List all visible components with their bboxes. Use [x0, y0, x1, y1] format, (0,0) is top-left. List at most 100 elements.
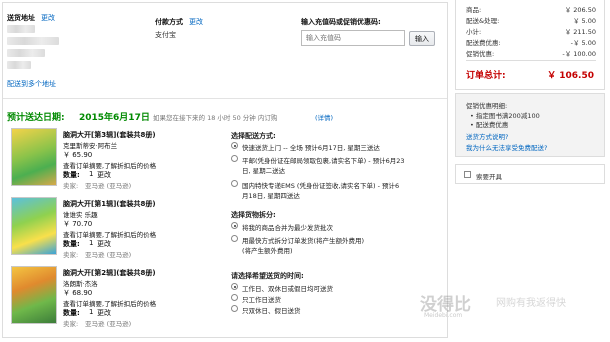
item-price: ￥ 68.90: [63, 289, 93, 297]
split-title: 选择货物拆分:: [231, 211, 276, 219]
shipping-radio-ems[interactable]: [231, 180, 238, 187]
item-qty-label: 数量:: [63, 171, 80, 179]
summary-value: -￥ 100.00: [562, 50, 596, 58]
shipping-radio-post[interactable]: [231, 155, 238, 162]
watermark-domain: Meidebi.com: [424, 312, 463, 319]
free-shipping-faq-link[interactable]: 我为什么无法享受免费配送?: [466, 142, 547, 152]
summary-row: 配送&处理: ￥ 5.00: [466, 15, 596, 25]
shipping-option-ems-cont: 月18日, 星期四送达: [242, 192, 300, 200]
summary-label: 配送费优惠:: [466, 39, 501, 47]
item-seller-label: 卖家:: [63, 320, 79, 328]
time-option-weekend[interactable]: 只双休日、假日送货: [242, 305, 301, 315]
promo-line: • 配送费优惠: [470, 121, 509, 129]
checkout-main-panel: 送货地址 更改 配送到多个地址 付款方式 更改 支付宝 输入充值码或促销优惠码:…: [2, 2, 448, 338]
item-seller-label: 卖家:: [63, 251, 79, 259]
item-qty: 1: [89, 308, 94, 316]
summary-row: 小计: ￥ 211.50: [466, 26, 596, 36]
item-author: 洛朗斯·杰洛: [63, 280, 98, 288]
item-qty: 1: [89, 239, 94, 247]
shipping-radio-express[interactable]: [231, 142, 238, 149]
shipping-method-group: 选择配送方式: 快速送货上门 -- 全场 预计6月17日, 星期三送达 平邮(凭…: [231, 131, 447, 201]
summary-label: 小计:: [466, 28, 482, 36]
summary-value: ￥ 5.00: [572, 17, 596, 25]
item-seller: 亚马逊 (亚马逊): [85, 251, 132, 259]
item-title[interactable]: 脑洞大开[第2辑](套装共8册): [63, 268, 156, 278]
promo-line-text: 配送费优惠: [475, 121, 509, 129]
item-title[interactable]: 脑洞大开[第3辑](套装共8册): [63, 130, 156, 140]
item-discount-notice: 查看订单摘要,了解折扣后的价格: [63, 231, 157, 239]
item-seller-label: 卖家:: [63, 182, 79, 190]
item-seller: 亚马逊 (亚马逊): [85, 182, 132, 190]
shipping-option-post[interactable]: 平邮(凭身份证在邮局领取包裹,请实名下单) - 预计6月23: [242, 155, 405, 165]
delivery-label: 预计送达日期:: [7, 113, 65, 123]
time-option-any[interactable]: 工作日、双休日或假日均可送货: [242, 283, 333, 293]
split-option-fastest[interactable]: 用最快方式拆分订单发货(将产生额外费用): [242, 235, 364, 245]
summary-row: 商品: ￥ 206.50: [466, 4, 596, 14]
book-cover-image[interactable]: [11, 197, 57, 255]
payment-change-link[interactable]: 更改: [189, 17, 203, 27]
delivery-detail-link[interactable]: (详情): [315, 112, 333, 122]
item-title[interactable]: 脑洞大开[第1辑](套装共8册): [63, 199, 156, 209]
split-option-combine[interactable]: 将我的商品合并为最少发货批次: [242, 222, 333, 232]
shipping-option-ems[interactable]: 国内特快专递EMS (凭身份证签收,请实名下单) - 预计6: [242, 180, 399, 190]
order-total-label: 订单总计:: [466, 71, 506, 81]
shipping-title: 选择配送方式:: [231, 132, 276, 140]
item-discount-notice: 查看订单摘要,了解折扣后的价格: [63, 300, 157, 308]
item-qty: 1: [89, 170, 94, 178]
summary-value: ￥ 206.50: [564, 6, 596, 14]
summary-label: 商品:: [466, 6, 482, 14]
promotion-details-box: 促销优惠明细: • 指定图书满200减100 • 配送费优惠 送货方式说明? 我…: [455, 93, 605, 157]
split-radio-fastest[interactable]: [231, 235, 238, 242]
book-cover-image[interactable]: [11, 266, 57, 324]
item-price: ￥ 65.90: [63, 151, 93, 159]
summary-value: -￥ 5.00: [570, 39, 596, 47]
time-radio-weekend[interactable]: [231, 305, 238, 312]
item-qty-change-link[interactable]: 更改: [97, 308, 111, 318]
shipping-option-express[interactable]: 快速送货上门 -- 全场 预计6月17日, 星期三送达: [242, 142, 380, 152]
shipping-option-post-cont: 日, 星期二送达: [242, 167, 286, 175]
promo-title: 促销优惠明细:: [466, 102, 508, 110]
item-qty-label: 数量:: [63, 309, 80, 317]
address-redacted-line: [7, 49, 45, 57]
address-redacted-line: [7, 61, 31, 69]
split-radio-combine[interactable]: [231, 222, 238, 229]
shipping-info-link[interactable]: 送货方式说明?: [466, 131, 508, 141]
payment-title: 付款方式: [155, 18, 183, 26]
multi-address-link[interactable]: 配送到多个地址: [7, 79, 56, 89]
delivery-estimate-bar: 预计送达日期: 2015年6月17日 如果您在接下来的 18 小时 50 分钟 …: [3, 106, 447, 124]
shipment-split-group: 选择货物拆分: 将我的商品合并为最少发货批次 用最快方式拆分订单发货(将产生额外…: [231, 210, 447, 255]
summary-divider: [466, 60, 596, 61]
time-radio-weekday[interactable]: [231, 294, 238, 301]
watermark-slogan: 网购有我返得快: [496, 298, 566, 309]
item-qty-change-link[interactable]: 更改: [97, 170, 111, 180]
cart-item: 脑洞大开[第2辑](套装共8册) 洛朗斯·杰洛 ￥ 68.90 查看订单摘要,了…: [11, 266, 221, 328]
order-summary-box: 商品: ￥ 206.50 配送&处理: ￥ 5.00 小计: ￥ 211.50 …: [455, 0, 605, 90]
split-extra-fee-link[interactable]: (将产生额外费用): [242, 245, 293, 255]
summary-row: 促销优惠: -￥ 100.00: [466, 48, 596, 58]
item-author: 克里斯蒂安·阿布兰: [63, 142, 118, 150]
invoice-label[interactable]: 索要开具: [476, 171, 502, 181]
time-radio-any[interactable]: [231, 283, 238, 290]
coupon-code-input[interactable]: [301, 30, 405, 46]
order-info-section: 送货地址 更改 配送到多个地址 付款方式 更改 支付宝 输入充值码或促销优惠码:…: [3, 3, 447, 99]
site-watermark: 没得比 Meidebi.com 网购有我返得快: [420, 288, 610, 328]
item-qty-label: 数量:: [63, 240, 80, 248]
delivery-time-group: 请选择希望送货的时间: 工作日、双休日或假日均可送货 只工作日送货 只双休日、假…: [231, 271, 447, 319]
summary-label: 配送&处理:: [466, 17, 500, 25]
item-price: ￥ 70.70: [63, 220, 93, 228]
summary-value: ￥ 211.50: [564, 28, 596, 36]
item-discount-notice: 查看订单摘要,了解折扣后的价格: [63, 162, 157, 170]
item-author: 谁谁实 乐趣: [63, 211, 98, 219]
book-cover-image[interactable]: [11, 128, 57, 186]
delivery-countdown: 如果您在接下来的 18 小时 50 分钟 内订购: [153, 114, 278, 122]
coupon-apply-button[interactable]: 输入: [409, 31, 435, 46]
order-total-value: ￥ 106.50: [547, 71, 594, 81]
item-qty-change-link[interactable]: 更改: [97, 239, 111, 249]
time-option-weekday[interactable]: 只工作日送货: [242, 294, 281, 304]
address-change-link[interactable]: 更改: [41, 13, 55, 23]
address-redacted-line: [7, 37, 59, 45]
address-title: 送货地址: [7, 14, 35, 22]
invoice-checkbox[interactable]: [464, 171, 471, 178]
cart-item: 脑洞大开[第3辑](套装共8册) 克里斯蒂安·阿布兰 ￥ 65.90 查看订单摘…: [11, 128, 221, 190]
delivery-date: 2015年6月17日: [79, 113, 150, 123]
